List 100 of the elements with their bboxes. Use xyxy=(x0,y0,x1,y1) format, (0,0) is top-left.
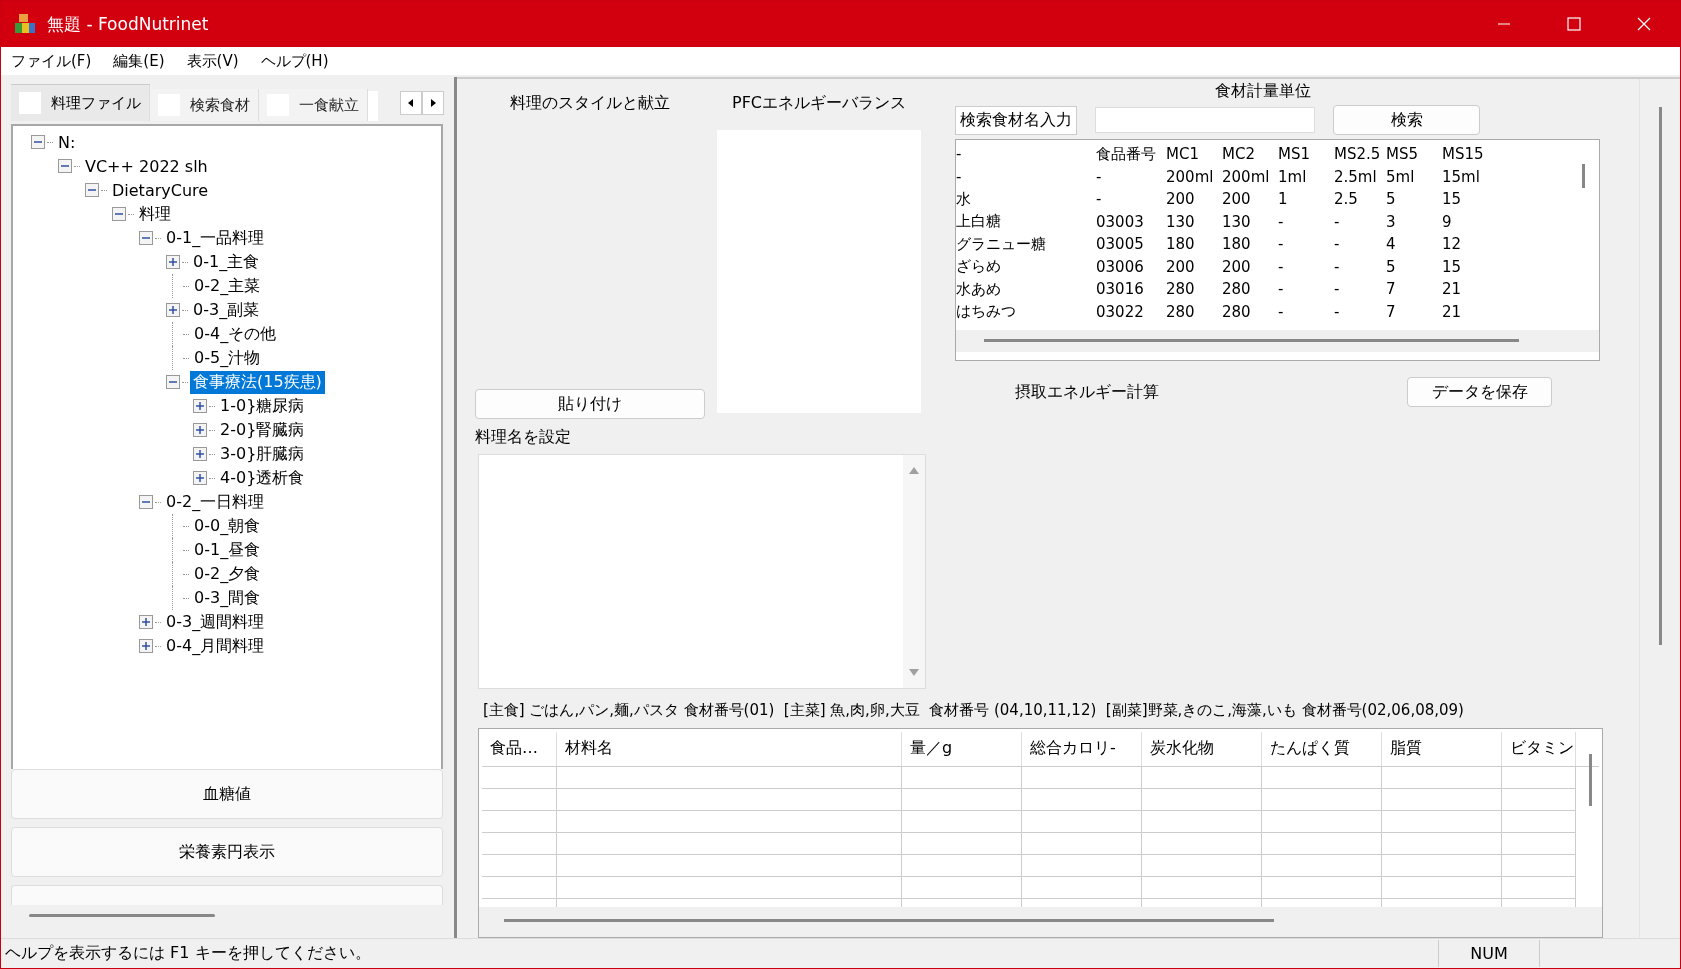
tree-item[interactable]: 0-5_汁物 xyxy=(191,346,264,370)
list-cell-text: MS15 xyxy=(1442,145,1485,164)
list-cell-text: - xyxy=(1334,280,1341,299)
tree-item[interactable]: DietaryCure xyxy=(109,179,212,201)
side-button[interactable]: 栄養素円表示 xyxy=(11,827,443,877)
tree-item[interactable]: 0-2_夕食 xyxy=(191,562,264,586)
list-cell-text: 12 xyxy=(1442,235,1463,254)
paste-button[interactable]: 貼り付け xyxy=(475,389,705,419)
scroll-right-icon[interactable] xyxy=(422,91,444,115)
tree-item[interactable]: 1-0}糖尿病 xyxy=(217,394,308,418)
expand-icon[interactable] xyxy=(166,303,180,317)
expand-icon[interactable] xyxy=(166,255,180,269)
tree-item[interactable]: 0-4_月間料理 xyxy=(163,634,268,658)
scrollbar-thumb[interactable] xyxy=(1658,107,1662,645)
scrollbar-thumb[interactable] xyxy=(1589,754,1592,806)
list-cell-text: 2.5ml xyxy=(1334,167,1378,186)
section-label: 食材計量単位 xyxy=(1214,81,1311,102)
tree-item[interactable]: 0-1_主食 xyxy=(190,250,263,274)
scroll-left-icon[interactable] xyxy=(400,91,422,115)
list-cell-text: 15 xyxy=(1442,257,1463,276)
status-text: ヘルプを表示するには F1 キーを押してください。 xyxy=(4,943,371,964)
list-cell-text: - xyxy=(1278,235,1285,254)
app-icon xyxy=(13,12,37,36)
tab[interactable]: 料理ファイル xyxy=(11,85,150,121)
list-cell-text: MC2 xyxy=(1222,145,1256,164)
scroll-down-icon[interactable] xyxy=(908,668,920,678)
tree-item[interactable]: 料理 xyxy=(136,202,174,226)
menu-item[interactable]: 表示(V) xyxy=(186,51,239,71)
tree-item[interactable]: 0-1_昼食 xyxy=(191,538,264,562)
scrollbar-thumb[interactable] xyxy=(984,339,1519,342)
column-header[interactable]: 量／g xyxy=(902,732,1022,766)
list-cell-text: 180 xyxy=(1222,235,1252,254)
list-cell-text: 21 xyxy=(1442,302,1463,321)
expand-icon[interactable] xyxy=(139,615,153,629)
tree-item[interactable]: 0-2_一日料理 xyxy=(163,490,268,514)
column-header[interactable]: 材料名 xyxy=(557,732,902,766)
list-cell-text: 食品番号 xyxy=(1096,144,1157,164)
expand-icon[interactable] xyxy=(193,447,207,461)
search-button[interactable]: 検索 xyxy=(1333,105,1480,135)
list-cell-text: 5 xyxy=(1386,257,1397,276)
collapse-icon[interactable] xyxy=(166,375,180,389)
field-label: 料理名を設定 xyxy=(475,427,571,448)
list-cell-text: 200 xyxy=(1222,190,1252,209)
column-header[interactable]: 脂質 xyxy=(1382,732,1502,766)
tree-item[interactable]: 3-0}肝臓病 xyxy=(217,442,308,466)
list-cell-text: はちみつ xyxy=(956,302,1017,322)
scrollbar-thumb[interactable] xyxy=(504,919,1274,922)
menu-item[interactable]: ヘルプ(H) xyxy=(260,51,329,71)
tree-item[interactable]: 0-2_主菜 xyxy=(191,274,264,298)
list-cell-text: - xyxy=(1334,302,1341,321)
collapse-icon[interactable] xyxy=(112,207,126,221)
tree-item[interactable]: 0-3_副菜 xyxy=(190,298,263,322)
expand-icon[interactable] xyxy=(139,639,153,653)
list-cell-text: - xyxy=(1278,302,1285,321)
save-button[interactable]: データを保存 xyxy=(1407,377,1552,407)
menu-item[interactable]: ファイル(F) xyxy=(11,51,92,71)
tree-item[interactable]: 0-0_朝食 xyxy=(191,514,264,538)
collapse-icon[interactable] xyxy=(139,495,153,509)
section-label: 摂取エネルギー計算 xyxy=(1015,381,1159,403)
side-button[interactable]: 血糖値 xyxy=(11,769,443,819)
scrollbar-thumb[interactable] xyxy=(29,913,215,917)
collapse-icon[interactable] xyxy=(31,135,45,149)
tree-item[interactable]: 4-0}透析食 xyxy=(217,466,308,490)
tree-item[interactable]: VC++ 2022 slh xyxy=(82,155,211,177)
maximize-icon[interactable] xyxy=(1566,16,1582,32)
column-header[interactable]: たんぱく質 xyxy=(1262,732,1382,766)
column-header[interactable]: 総合カロリ- xyxy=(1022,732,1142,766)
window-title: 無題 - FoodNutrinet xyxy=(47,12,209,36)
column-header[interactable]: ビタミン xyxy=(1502,732,1576,766)
list-cell-text: - xyxy=(956,167,963,186)
list-cell-text: 280 xyxy=(1166,280,1196,299)
collapse-icon[interactable] xyxy=(85,183,99,197)
menu-item[interactable]: 編集(E) xyxy=(113,51,165,71)
close-icon[interactable] xyxy=(1636,16,1652,32)
list-cell-text: 21 xyxy=(1442,280,1463,299)
column-header[interactable]: 食品… xyxy=(482,732,557,766)
list-cell-text: - xyxy=(1278,257,1285,276)
collapse-icon[interactable] xyxy=(139,231,153,245)
tree-item[interactable]: 0-1_一品料理 xyxy=(163,226,268,250)
section-label: PFCエネルギーバランス xyxy=(732,93,906,114)
list-cell-text: グラニュー糖 xyxy=(956,234,1047,254)
tree-item[interactable]: N: xyxy=(55,131,79,153)
tree-item[interactable]: 0-4_その他 xyxy=(191,322,280,346)
section-label: 料理のスタイルと献立 xyxy=(510,93,670,114)
status-indicator: NUM xyxy=(1438,940,1540,967)
tree-item[interactable]: 食事療法(15疾患) xyxy=(190,370,325,394)
search-field[interactable] xyxy=(1095,107,1315,133)
list-cell-text: 5 xyxy=(1386,190,1397,209)
expand-icon[interactable] xyxy=(193,471,207,485)
scroll-up-icon[interactable] xyxy=(908,465,920,475)
collapse-icon[interactable] xyxy=(58,159,72,173)
tree-item[interactable]: 0-3_間食 xyxy=(191,586,264,610)
expand-icon[interactable] xyxy=(193,399,207,413)
column-header[interactable]: 炭水化物 xyxy=(1142,732,1262,766)
field-label: 検索食材名入力 xyxy=(955,105,1077,135)
expand-icon[interactable] xyxy=(193,423,207,437)
scrollbar-thumb[interactable] xyxy=(1582,164,1585,188)
tree-item[interactable]: 2-0}腎臓病 xyxy=(217,418,308,442)
list-cell-text: 280 xyxy=(1166,302,1196,321)
tree-item[interactable]: 0-3_週間料理 xyxy=(163,610,268,634)
